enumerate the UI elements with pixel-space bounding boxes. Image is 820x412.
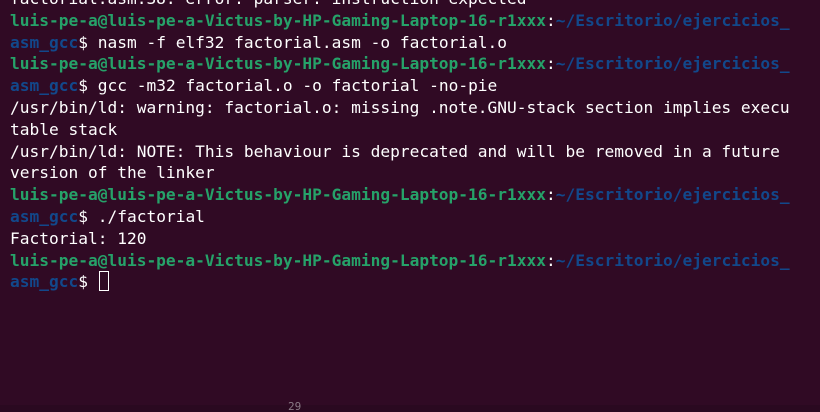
terminal-line: /usr/bin/ld: NOTE: This behaviour is dep…: [10, 141, 820, 163]
prompt-path-cont: asm_gcc: [10, 272, 79, 292]
command-text: nasm -f elf32 factorial.asm -o factorial…: [87, 32, 508, 52]
prompt-line: luis-pe-a@luis-pe-a-Victus-by-HP-Gaming-…: [10, 184, 820, 206]
command-text: gcc -m32 factorial.o -o factorial -no-pi…: [87, 76, 498, 96]
prompt-separator: :: [546, 10, 556, 30]
terminal-line: /usr/bin/ld: warning: factorial.o: missi…: [10, 97, 820, 119]
output-text: table stack: [10, 119, 118, 139]
prompt-line-cont: asm_gcc$ ./factorial: [10, 206, 820, 228]
output-text: factorial.asm:38: error: parser: instruc…: [10, 0, 527, 8]
prompt-user-host: luis-pe-a@luis-pe-a-Victus-by-HP-Gaming-…: [10, 250, 547, 270]
prompt-line-cont: asm_gcc$ nasm -f elf32 factorial.asm -o …: [10, 32, 820, 54]
prompt-line: luis-pe-a@luis-pe-a-Victus-by-HP-Gaming-…: [10, 10, 820, 32]
output-text: Factorial: 120: [10, 228, 147, 248]
terminal-output: factorial.asm:38: error: parser: instruc…: [10, 0, 820, 293]
output-text: /usr/bin/ld: NOTE: This behaviour is dep…: [10, 141, 780, 161]
prompt-path: ~/Escritorio/ejercicios_: [555, 10, 790, 30]
prompt-separator: :: [546, 185, 556, 205]
output-text: version of the linker: [10, 163, 215, 183]
prompt-path-cont: asm_gcc: [10, 32, 79, 52]
prompt-separator: :: [546, 54, 556, 74]
bottom-label: 29: [288, 400, 302, 412]
prompt-line-cont[interactable]: asm_gcc$: [10, 271, 820, 293]
output-text: /usr/bin/ld: warning: factorial.o: missi…: [10, 97, 790, 117]
command-input[interactable]: [88, 272, 98, 291]
cursor-block: [98, 271, 109, 292]
prompt-user-host: luis-pe-a@luis-pe-a-Victus-by-HP-Gaming-…: [10, 54, 547, 74]
terminal-line: version of the linker: [10, 162, 820, 184]
terminal-window[interactable]: factorial.asm:38: error: parser: instruc…: [0, 0, 820, 412]
prompt-user-host: luis-pe-a@luis-pe-a-Victus-by-HP-Gaming-…: [10, 185, 547, 205]
terminal-line: table stack: [10, 119, 820, 141]
prompt-dollar: $: [78, 76, 88, 96]
prompt-path-cont: asm_gcc: [10, 76, 79, 96]
terminal-line: Factorial: 120: [10, 228, 820, 250]
bottom-edge: [0, 405, 820, 412]
prompt-separator: :: [546, 250, 556, 270]
command-text: ./factorial: [87, 206, 205, 226]
prompt-path: ~/Escritorio/ejercicios_: [555, 54, 790, 74]
prompt-line: luis-pe-a@luis-pe-a-Victus-by-HP-Gaming-…: [10, 53, 820, 75]
prompt-line-cont: asm_gcc$ gcc -m32 factorial.o -o factori…: [10, 75, 820, 97]
prompt-line: luis-pe-a@luis-pe-a-Victus-by-HP-Gaming-…: [10, 250, 820, 272]
prompt-dollar: $: [78, 32, 88, 52]
prompt-path: ~/Escritorio/ejercicios_: [555, 185, 790, 205]
prompt-user-host: luis-pe-a@luis-pe-a-Victus-by-HP-Gaming-…: [10, 10, 547, 30]
prompt-dollar: $: [78, 206, 88, 226]
terminal-line: factorial.asm:38: error: parser: instruc…: [10, 0, 820, 10]
prompt-path: ~/Escritorio/ejercicios_: [555, 250, 790, 270]
prompt-path-cont: asm_gcc: [10, 206, 79, 226]
prompt-dollar: $: [78, 272, 88, 292]
